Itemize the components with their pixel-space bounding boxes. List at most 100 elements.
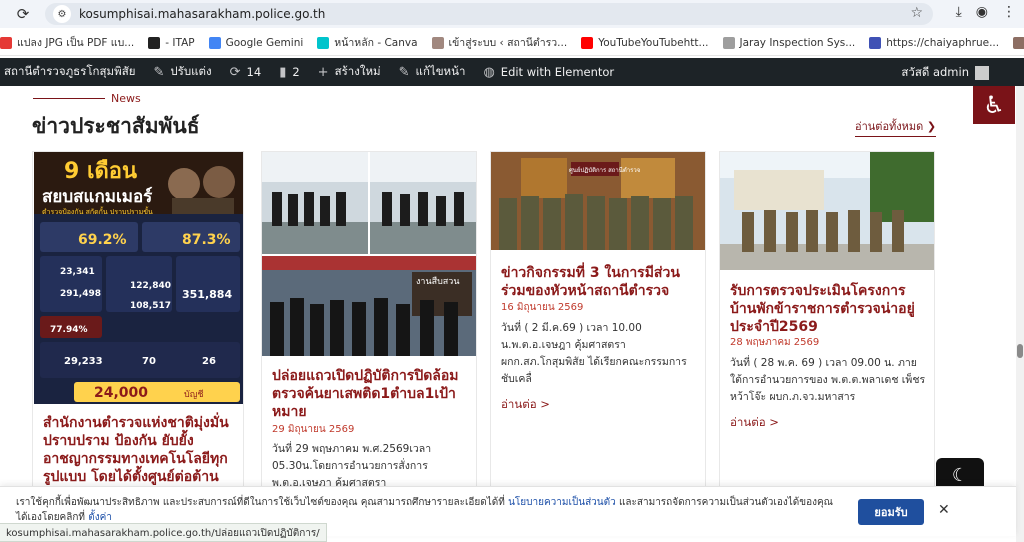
bookmark-favicon-icon — [1013, 36, 1024, 49]
wp-account[interactable]: สวัสดี admin — [901, 64, 989, 82]
wp-admin-bar: สถานีตำรวจภูธรโกสุมพิสัย ✎ ปรับแต่ง ⟳ 14 ▮… — [0, 58, 1024, 86]
close-icon[interactable]: ✕ — [938, 502, 950, 518]
site-settings-icon[interactable]: ⚙ — [53, 5, 71, 23]
bookmark-favicon-icon — [431, 36, 444, 49]
news-card-3-read-more[interactable]: อ่านต่อ > — [501, 396, 550, 414]
bookmark-label: เข้าสู่ระบบ ‹ สถานีตำรว... — [448, 37, 568, 49]
scrollbar[interactable] — [1016, 86, 1024, 542]
reload-icon[interactable]: ⟳ — [12, 3, 34, 25]
news-card-4-read-more[interactable]: อ่านต่อ > — [730, 414, 779, 432]
news-card-2[interactable]: งานสืบสวน ปล่อยแถวเปิดปฏิบัติการปิดล้อม … — [261, 151, 477, 491]
news-card-2-date: 29 มิถุนายน 2569 — [272, 424, 355, 435]
infographic-stat1: 69.2% — [78, 232, 127, 248]
wp-site-name-label: สถานีตำรวจภูธรโกสุมพิสัย — [4, 64, 136, 78]
wp-comments-count: 2 — [292, 65, 300, 79]
pencil-icon: ✎ — [398, 64, 410, 80]
bookmark-label: https://chaiyaphrue... — [886, 36, 1000, 49]
status-url: kosumphisai.mahasarakham.police.go.th/ปล… — [0, 523, 327, 542]
wp-elementor[interactable]: ◍ Edit with Elementor — [483, 65, 614, 80]
news-card-2-image-text: งานสืบสวน — [416, 276, 460, 287]
bookmark-favicon-icon — [317, 36, 330, 49]
infographic-n6: 77.94% — [50, 325, 88, 335]
bookmark-item[interactable]: https://chaiyaphrue... — [869, 36, 1000, 49]
news-card-1[interactable]: 9 เดือน สยบสแกมเมอร์ ตำรวจป้องกัน สกัดกั… — [32, 151, 244, 491]
bookmark-label: Google Gemini — [225, 36, 304, 49]
section-title: ข่าวประชาสัมพันธ์ — [32, 114, 200, 138]
news-card-4-date: 28 พฤษภาคม 2569 — [730, 337, 820, 348]
wp-customize-label: ปรับแต่ง — [170, 64, 212, 78]
infographic-big: 9 เดือน — [64, 159, 137, 184]
bookmark-favicon-icon — [722, 36, 735, 49]
download-icon[interactable]: ⤓ — [956, 4, 962, 20]
infographic-n7: 29,233 — [64, 356, 103, 367]
bookmark-item[interactable]: Google Gemini — [208, 36, 304, 49]
wp-site-name[interactable]: สถานีตำรวจภูธรโกสุมพิสัย — [4, 63, 135, 81]
updates-icon: ⟳ — [229, 64, 241, 80]
wp-edit-page[interactable]: ✎ แก้ไขหน้า — [399, 63, 466, 81]
star-icon[interactable]: ☆ — [910, 5, 923, 21]
bookmarks-bar: แปลง JPG เป็น PDF แบ... - ITAP Google Gemi… — [0, 30, 1024, 56]
comment-icon: ▮ — [279, 64, 287, 80]
infographic-n5: 351,884 — [182, 288, 232, 301]
bookmark-favicon-icon — [208, 36, 221, 49]
bookmark-favicon-icon — [581, 36, 594, 49]
profile-icon[interactable]: ◉ — [976, 4, 988, 20]
wp-updates-count: 14 — [246, 65, 262, 79]
news-card-4-excerpt: วันที่ ( 28 พ.ค. 69 ) เวลา 09.00 น. ภายใ… — [730, 357, 926, 403]
bookmark-label: หน้าหลัก - Canva — [334, 37, 418, 49]
main-content: News ข่าวประชาสัมพันธ์ อ่านต่อทั้งหมด ❯ … — [0, 86, 1016, 491]
brush-icon: ✎ — [153, 64, 165, 80]
cookie-settings-link[interactable]: ตั้งค่า — [88, 512, 112, 523]
bookmark-favicon-icon — [869, 36, 882, 49]
infographic-n8: 70 — [142, 356, 156, 367]
wp-edit-label: แก้ไขหน้า — [415, 64, 466, 78]
news-card-3[interactable]: ศูนย์ปฏิบัติการ สถานีตำรวจ ข่าวกิจกรรมที… — [490, 151, 706, 491]
wp-new-label: สร้างใหม่ — [334, 64, 381, 78]
bookmark-favicon-icon — [148, 36, 161, 49]
news-card-2-excerpt: วันที่ 29 พฤษภาคม พ.ศ.2569เวลา 05.30น.โด… — [272, 443, 432, 489]
privacy-policy-link[interactable]: นโยบายความเป็นส่วนตัว — [508, 497, 616, 508]
news-card-4-image[interactable] — [720, 152, 934, 270]
wp-customize[interactable]: ✎ ปรับแต่ง — [153, 63, 211, 81]
news-card-3-title[interactable]: ข่าวกิจกรรมที่ 3 ในการมีส่วนร่วมของหัวหน… — [501, 264, 697, 300]
kicker-label: News — [111, 92, 141, 105]
bookmark-item[interactable]: หน้าหลัก - Canva — [317, 34, 418, 51]
news-card-3-date: 16 มิถุนายน 2569 — [501, 302, 584, 313]
news-card-4[interactable]: รับการตรวจประเมินโครงการบ้านพักข้าราชการ… — [719, 151, 935, 491]
avatar — [975, 66, 989, 80]
bookmark-item[interactable]: แปลง JPG เป็น PDF แบ... — [0, 34, 134, 51]
bookmark-item[interactable]: - ITAP — [148, 36, 195, 49]
infographic-unit: บัญชี — [184, 389, 204, 400]
plus-icon: + — [317, 64, 329, 80]
news-card-4-title[interactable]: รับการตรวจประเมินโครงการบ้านพักข้าราชการ… — [730, 282, 926, 336]
bookmark-item[interactable]: Jaray Inspection Sys... — [722, 36, 856, 49]
wp-comments[interactable]: ▮ 2 — [279, 65, 299, 80]
read-all-link[interactable]: อ่านต่อทั้งหมด ❯ — [855, 117, 937, 137]
accept-cookies-button[interactable]: ยอมรับ — [858, 499, 924, 525]
bookmark-item[interactable]: YouTubeYouTubehtt... — [581, 36, 709, 49]
bookmark-label: - ITAP — [165, 36, 195, 49]
infographic-n1: 23,341 — [60, 267, 95, 277]
section-kicker: News — [33, 92, 141, 105]
news-card-3-image-text: ศูนย์ปฏิบัติการ สถานีตำรวจ — [569, 166, 640, 174]
address-bar[interactable]: ⚙ kosumphisai.mahasarakham.police.go.th … — [45, 3, 933, 25]
bookmark-item[interactable]: เข้าสู่ระบบ ‹ สถานีตำรว... — [431, 34, 568, 51]
scrollbar-thumb[interactable] — [1017, 344, 1023, 358]
bookmark-label: แปลง JPG เป็น PDF แบ... — [17, 37, 135, 49]
menu-icon[interactable]: ⋮ — [1002, 4, 1016, 20]
infographic-headline: สยบสแกมเมอร์ — [42, 186, 153, 207]
news-card-1-title[interactable]: สำนักงานตำรวจแห่งชาติมุ่งมั่น ปราบปราม ป… — [43, 414, 239, 486]
news-card-1-image[interactable]: 9 เดือน สยบสแกมเมอร์ ตำรวจป้องกัน สกัดกั… — [33, 152, 244, 404]
news-card-3-image[interactable]: ศูนย์ปฏิบัติการ สถานีตำรวจ — [491, 152, 705, 250]
wp-updates[interactable]: ⟳ 14 — [230, 65, 262, 80]
bookmark-item[interactable]: https://maharat.ayu... — [1013, 36, 1024, 49]
accessibility-icon[interactable]: ♿ — [973, 86, 1015, 124]
bookmark-label: Jaray Inspection Sys... — [739, 36, 856, 49]
infographic-n4: 108,517 — [130, 301, 171, 311]
news-card-2-image[interactable]: งานสืบสวน — [262, 152, 476, 356]
chevron-right-icon: ❯ — [926, 120, 937, 133]
kicker-line — [33, 98, 105, 99]
wp-new[interactable]: + สร้างใหม่ — [318, 63, 381, 81]
news-card-2-title[interactable]: ปล่อยแถวเปิดปฏิบัติการปิดล้อม ตรวจค้นยาเ… — [272, 367, 468, 421]
cookie-text-before: เราใช้คุกกี้เพื่อพัฒนาประสิทธิภาพ และประ… — [16, 497, 505, 508]
